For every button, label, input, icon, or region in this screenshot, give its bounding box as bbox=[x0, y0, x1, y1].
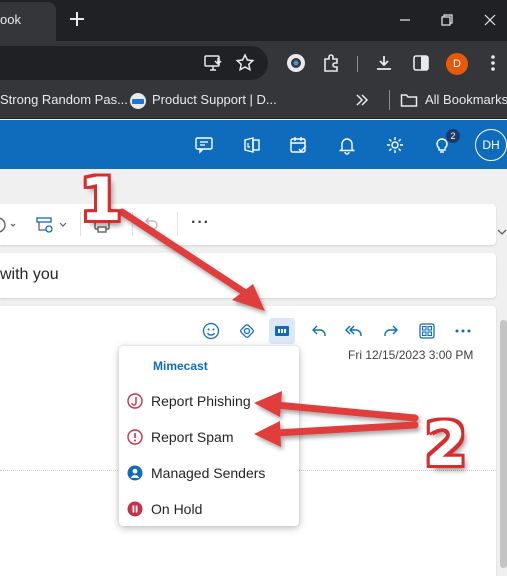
annotation-step-1: 1 bbox=[80, 165, 122, 235]
arrow-2a bbox=[254, 391, 419, 422]
annotation-step-2: 2 bbox=[425, 410, 467, 480]
annotation-arrows bbox=[118, 208, 419, 447]
arrow-1 bbox=[118, 208, 265, 311]
arrow-2b bbox=[254, 421, 419, 447]
